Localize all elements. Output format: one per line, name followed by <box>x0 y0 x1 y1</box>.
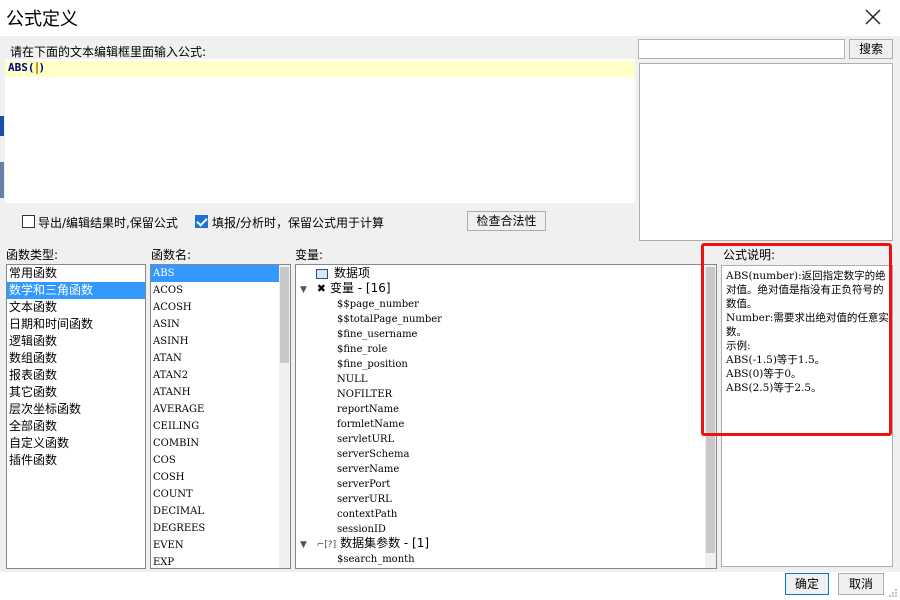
function-item[interactable]: CEILING <box>151 418 281 435</box>
function-list[interactable]: ABS ACOS ACOSH ASIN ASINH ATAN ATAN2 ATANH AVERA… <box>150 264 291 569</box>
cancel-button[interactable]: 取消 <box>838 573 884 595</box>
tree-group-variables[interactable]: ▼ ✖ 变量 - [16] <box>300 281 391 296</box>
function-item[interactable]: ACOS <box>151 282 281 299</box>
scroll-thumb[interactable] <box>280 267 289 363</box>
formula-text: ABS() <box>8 61 46 74</box>
tree-variable-item[interactable]: $$totalPage_number <box>337 311 442 326</box>
validate-button[interactable]: 检查合法性 <box>467 211 546 231</box>
function-item[interactable]: EVEN <box>151 537 281 554</box>
export-keep-label: 导出/编辑结果时,保留公式 <box>38 216 178 230</box>
tree-variable-item[interactable]: serverName <box>337 461 399 476</box>
function-item[interactable]: ACOSH <box>151 299 281 316</box>
tree-variable-item[interactable]: serverPort <box>337 476 390 491</box>
function-item[interactable]: COSH <box>151 469 281 486</box>
export-keep-checkbox[interactable] <box>22 215 35 228</box>
variable-tree[interactable]: 数据项 ▼ ✖ 变量 - [16] $$page_number $$totalPage_… <box>295 264 717 569</box>
fill-keep-label: 填报/分析时，保留公式用于计算 <box>212 216 385 230</box>
dataset-param-icon: ⌐[?] <box>316 540 337 550</box>
function-item[interactable]: ASINH <box>151 333 281 350</box>
function-item[interactable]: ATAN <box>151 350 281 367</box>
function-item[interactable]: COMBIN <box>151 435 281 452</box>
function-item[interactable]: DECIMAL <box>151 503 281 520</box>
search-results-panel <box>639 63 893 241</box>
editor-prompt: 请在下面的文本编辑框里面输入公式: <box>10 45 207 59</box>
function-header: 函数名: <box>151 248 192 262</box>
close-icon[interactable] <box>862 6 884 28</box>
dataitem-icon <box>316 268 328 279</box>
category-item[interactable]: 层次坐标函数 <box>7 401 145 418</box>
function-list-scrollbar[interactable] <box>279 265 290 568</box>
category-item[interactable]: 逻辑函数 <box>7 333 145 350</box>
current-line-highlight <box>5 61 635 77</box>
function-item[interactable]: ATANH <box>151 384 281 401</box>
edge-marker <box>0 116 4 136</box>
tree-variable-item[interactable]: NULL <box>337 371 367 386</box>
variable-header: 变量: <box>295 248 324 262</box>
category-item[interactable]: 自定义函数 <box>7 435 145 452</box>
category-item[interactable]: 文本函数 <box>7 299 145 316</box>
category-header: 函数类型: <box>6 248 59 262</box>
search-button[interactable]: 搜索 <box>849 39 893 59</box>
tree-variable-item[interactable]: $fine_position <box>337 356 408 371</box>
function-item[interactable]: COUNT <box>151 486 281 503</box>
tree-variable-item[interactable]: $search_month <box>337 551 415 566</box>
title-bar <box>0 0 900 36</box>
edge-marker <box>0 162 4 198</box>
function-item[interactable]: ATAN2 <box>151 367 281 384</box>
variable-group-icon: ✖ <box>316 282 326 295</box>
highlight-box <box>701 243 892 436</box>
tree-variable-item[interactable]: serverSchema <box>337 446 409 461</box>
search-input[interactable] <box>638 39 845 59</box>
tree-variable-item[interactable]: $$page_number <box>337 296 419 311</box>
category-item[interactable]: 插件函数 <box>7 452 145 469</box>
tree-variable-item[interactable]: $fine_username <box>337 326 417 341</box>
text-cursor <box>35 62 38 74</box>
tree-group-dataset[interactable]: ▼ ⌐[?] 数据集参数 - [1] <box>300 536 429 551</box>
category-list[interactable]: 常用函数 数学和三角函数 文本函数 日期和时间函数 逻辑函数 数组函数 报表函数 其它函数 层次… <box>6 264 146 569</box>
function-item[interactable]: DEGREES <box>151 520 281 537</box>
category-item[interactable]: 数组函数 <box>7 350 145 367</box>
category-item[interactable]: 日期和时间函数 <box>7 316 145 333</box>
resize-grip-icon[interactable] <box>888 588 898 598</box>
tree-variable-item[interactable]: reportName <box>337 401 399 416</box>
fill-keep-checkbox[interactable] <box>195 215 208 228</box>
function-item[interactable]: ASIN <box>151 316 281 333</box>
ok-button[interactable]: 确定 <box>785 573 829 595</box>
tree-variable-item[interactable]: NOFILTER <box>337 386 392 401</box>
collapse-arrow-icon[interactable]: ▼ <box>300 540 307 550</box>
function-item[interactable]: EXP <box>151 554 281 568</box>
category-item[interactable]: 全部函数 <box>7 418 145 435</box>
tree-variable-item[interactable]: contextPath <box>337 506 397 521</box>
tree-variable-item[interactable]: servletURL <box>337 431 394 446</box>
category-item[interactable]: 常用函数 <box>7 265 145 282</box>
function-item[interactable]: ABS <box>151 265 281 282</box>
category-item[interactable]: 报表函数 <box>7 367 145 384</box>
category-item[interactable]: 数学和三角函数 <box>7 282 145 299</box>
window-title: 公式定义 <box>6 9 78 30</box>
tree-dataitem[interactable]: 数据项 <box>316 266 370 281</box>
function-item[interactable]: COS <box>151 452 281 469</box>
tree-variable-item[interactable]: serverURL <box>337 491 392 506</box>
collapse-arrow-icon[interactable]: ▼ <box>300 285 307 295</box>
formula-editor[interactable]: ABS() <box>5 59 635 203</box>
tree-variable-item[interactable]: formletName <box>337 416 404 431</box>
function-item[interactable]: AVERAGE <box>151 401 281 418</box>
tree-variable-item[interactable]: sessionID <box>337 521 386 536</box>
category-item[interactable]: 其它函数 <box>7 384 145 401</box>
tree-variable-item[interactable]: $fine_role <box>337 341 387 356</box>
